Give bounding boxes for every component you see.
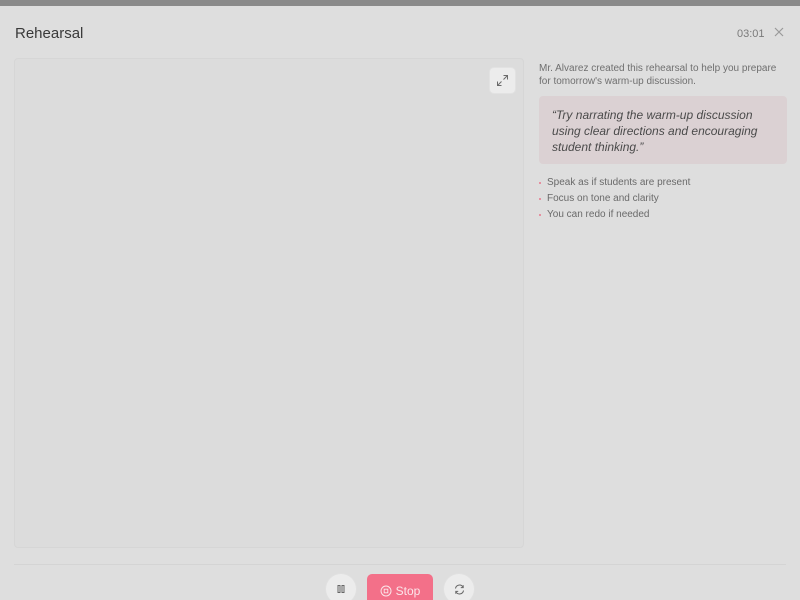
stop-label: Stop (395, 584, 421, 598)
pause-button[interactable] (326, 574, 356, 600)
page-title: Rehearsal (15, 25, 84, 42)
pause-icon (337, 585, 345, 593)
tips-list: Speak as if students are present Focus o… (539, 175, 787, 223)
tip-text: Speak as if students are present (547, 177, 691, 188)
intro-text: Mr. Alvarez created this rehearsal to he… (539, 63, 777, 87)
refresh-icon (454, 584, 464, 594)
bullet-icon (539, 198, 541, 200)
bullet-icon (539, 214, 541, 216)
divider (14, 564, 786, 565)
instructions-panel: Mr. Alvarez created this rehearsal to he… (539, 62, 787, 223)
bullet-icon (539, 182, 541, 184)
prompt-quote-card: “Try narrating the warm-up discussion us… (539, 96, 787, 164)
prompt-quote: “Try narrating the warm-up discussion us… (552, 108, 758, 154)
timer: 03:01 (737, 28, 765, 40)
stop-icon (380, 585, 392, 597)
header: Rehearsal 03:01 (0, 6, 800, 58)
close-button[interactable] (772, 25, 786, 39)
close-icon (774, 27, 784, 37)
video-stage (14, 58, 524, 548)
list-item: Focus on tone and clarity (539, 191, 787, 207)
list-item: You can redo if needed (539, 207, 787, 223)
recording-controls: Stop (0, 574, 800, 600)
expand-icon (497, 75, 508, 86)
restart-button[interactable] (444, 574, 474, 600)
tip-text: You can redo if needed (547, 209, 650, 220)
expand-button[interactable] (490, 68, 515, 93)
tip-text: Focus on tone and clarity (547, 193, 659, 204)
stop-button[interactable]: Stop (367, 574, 433, 600)
list-item: Speak as if students are present (539, 175, 787, 191)
